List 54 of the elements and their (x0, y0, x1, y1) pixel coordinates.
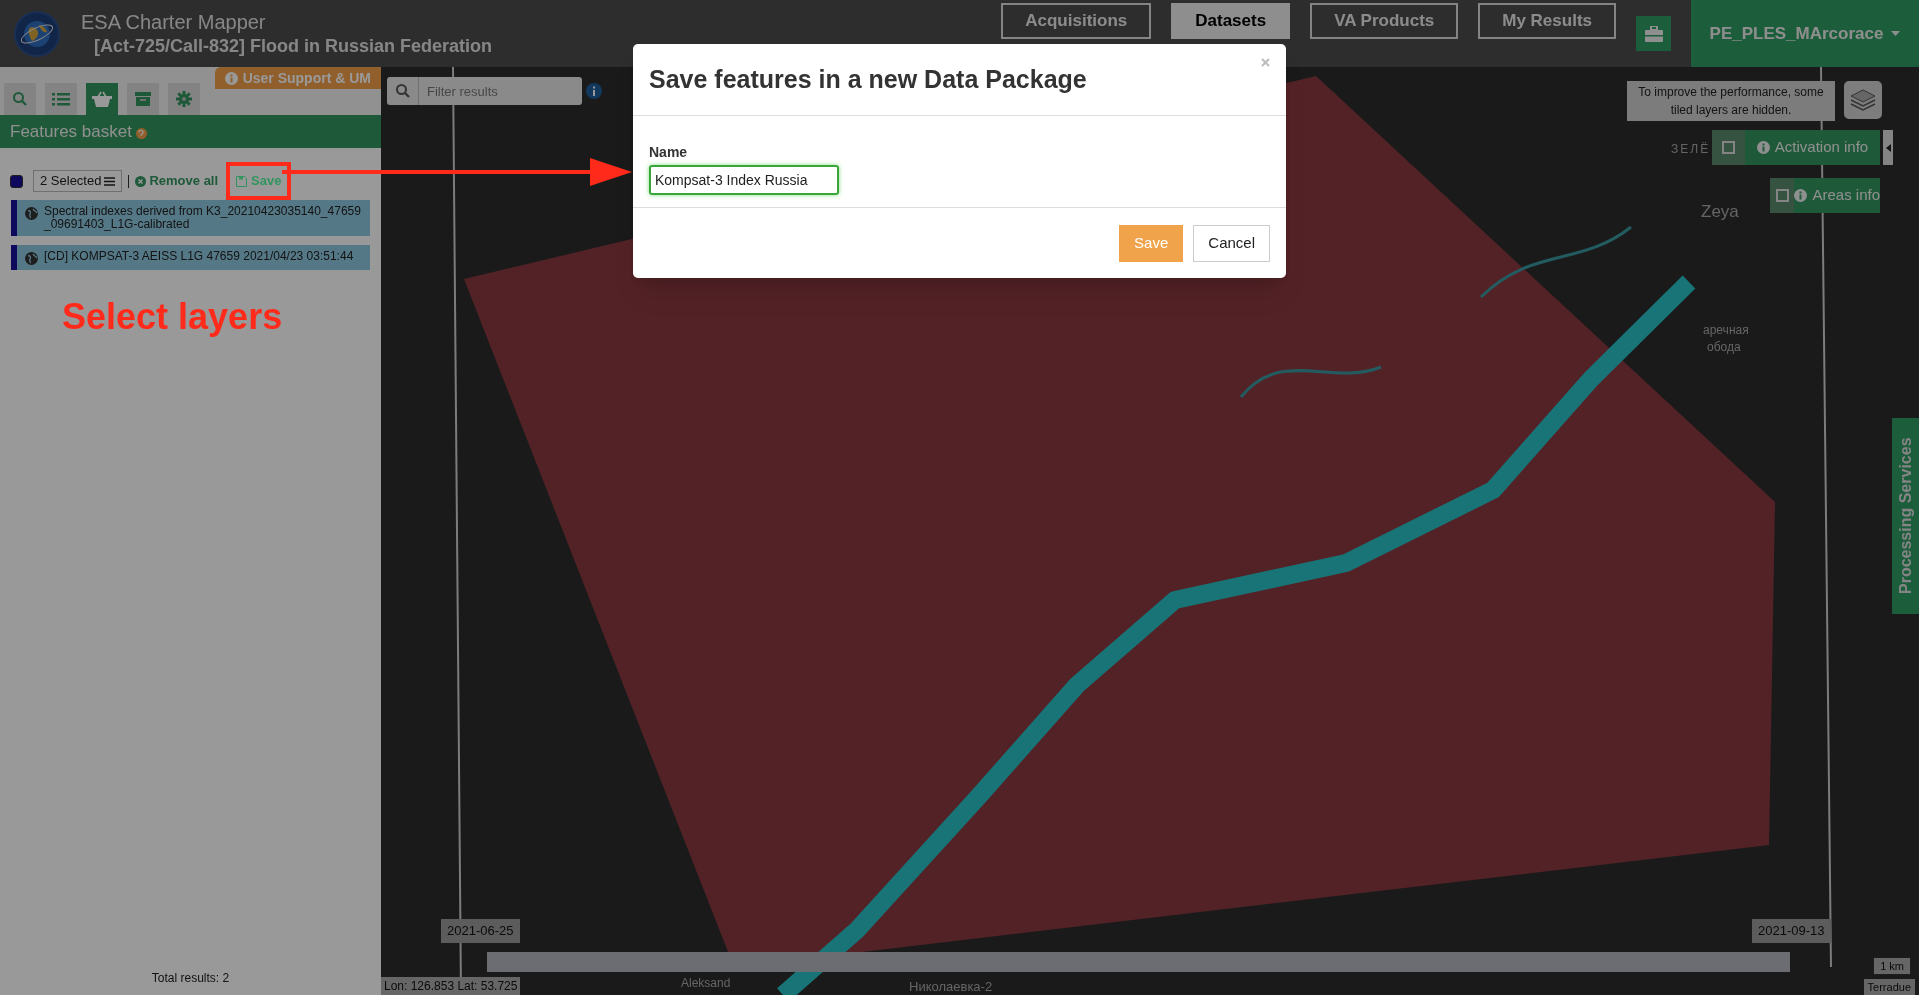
attribution-text: Terradue (1863, 978, 1915, 995)
name-input[interactable]: Kompsat-3 Index Russia (649, 165, 839, 195)
search-icon[interactable] (4, 83, 36, 115)
remove-all-link[interactable]: Remove all (135, 171, 219, 191)
save-button[interactable]: Save (1119, 224, 1184, 262)
close-icon[interactable] (1261, 58, 1270, 67)
map-place-label: обода (1707, 339, 1741, 356)
total-results: Total results: 2 (150, 970, 231, 987)
map-place-label: аречная (1703, 322, 1749, 339)
scale-bar: 1 km (1873, 956, 1911, 975)
dialog-title: Save features in a new Data Package (649, 63, 1087, 95)
layer-item[interactable]: Spectral indexes derived from K3_20210423035140_47659_09691403_L1G-calibrated (11, 200, 370, 236)
nav-tab[interactable]: My Results (1478, 3, 1616, 39)
coordinates-readout: Lon: 126.853 Lat: 53.725 (381, 977, 521, 995)
toggle-checkbox[interactable] (1722, 141, 1735, 154)
nav-tab[interactable]: Datasets (1171, 3, 1291, 39)
info-icon[interactable] (586, 83, 602, 99)
menu-icon (104, 176, 116, 186)
layer-item[interactable]: [CD] KOMPSAT-3 AEISS L1G 47659 2021/04/23 03:51:44 (11, 245, 370, 270)
map-place-label: Aleksand (681, 975, 731, 992)
caret-icon (1891, 31, 1901, 36)
processing-services-tab[interactable]: Processing Services (1892, 418, 1919, 614)
toggle-checkbox[interactable] (1775, 189, 1789, 202)
layers-icon[interactable] (1844, 81, 1882, 119)
app-title: ESA Charter Mapper (81, 9, 267, 34)
map-place-label: ЗЕЛЁ (1671, 141, 1711, 158)
panel-title: Features basket (10, 120, 132, 143)
performance-notice: To improve the performance, some tiled layers are hidden. (1627, 81, 1835, 121)
help-icon[interactable] (135, 128, 147, 139)
timeline-end-date: 2021-09-13 (1752, 919, 1831, 943)
cancel-button[interactable]: Cancel (1193, 224, 1270, 262)
case-title: [Act-725/Call-832] Flood in Russian Federation (94, 34, 493, 58)
info-icon (224, 71, 238, 85)
search-icon (387, 77, 419, 105)
field-label: Name (649, 143, 689, 162)
user-menu[interactable]: PE_PLES_MArcorace (1691, 0, 1919, 67)
nav-tab[interactable]: Acquisitions (1001, 3, 1152, 39)
box-icon[interactable] (127, 83, 159, 115)
nav-tab[interactable]: VA Products (1310, 3, 1459, 39)
settings-icon[interactable] (168, 83, 200, 115)
annotation-text: Select layers (62, 295, 284, 339)
selection-dropdown[interactable]: 2 Selected (33, 170, 123, 192)
briefcase-icon[interactable] (1636, 16, 1671, 51)
map-place-label: Zeya (1701, 201, 1739, 223)
filter-field[interactable]: Filter results (419, 77, 582, 105)
map-place-label: Николаевка-2 (909, 978, 993, 995)
list-icon[interactable] (45, 83, 77, 115)
info-icon (1794, 189, 1808, 202)
select-all-checkbox[interactable] (10, 174, 23, 188)
remove-icon (135, 175, 147, 187)
info-icon (1756, 141, 1770, 154)
basket-icon[interactable] (86, 83, 118, 115)
timeline-start-date: 2021-06-25 (441, 919, 520, 943)
globe-logo-icon (14, 10, 60, 57)
